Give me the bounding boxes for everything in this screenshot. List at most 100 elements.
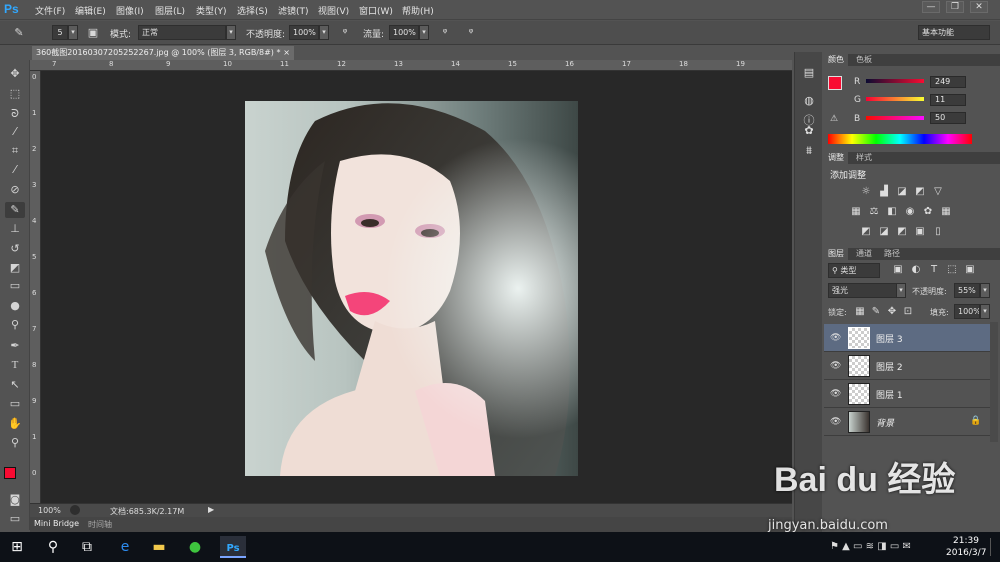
minimize-button[interactable]: — <box>922 1 940 13</box>
lock-position-icon[interactable]: ✥ <box>886 306 898 318</box>
flow-field[interactable]: 100% <box>389 25 419 40</box>
color-foreground-swatch[interactable] <box>828 76 842 90</box>
menu-view[interactable]: 视图(V) <box>318 4 349 17</box>
layer-opacity-dropdown[interactable]: ▾ <box>980 283 990 298</box>
color-lookup-icon[interactable]: ▦ <box>940 206 952 218</box>
blend-mode-select[interactable]: 强光 <box>828 283 906 298</box>
file-explorer-icon[interactable]: ▬ <box>148 536 170 558</box>
eyedropper-tool-icon[interactable]: ⁄ <box>5 162 25 178</box>
show-desktop-button[interactable] <box>990 538 996 556</box>
system-tray-icons[interactable]: ⚑ ▲ ▭ ≋ ◨ ▭ ✉ <box>830 541 911 552</box>
menu-layer[interactable]: 图层(L) <box>155 4 185 17</box>
tab-styles[interactable]: 样式 <box>852 152 876 164</box>
edge-browser-icon[interactable]: e <box>114 536 136 558</box>
gradient-map-icon[interactable]: ▯ <box>932 226 944 238</box>
history-brush-tool-icon[interactable]: ↺ <box>5 241 25 257</box>
opacity-dropdown[interactable]: ▾ <box>319 25 329 40</box>
menu-window[interactable]: 窗口(W) <box>359 4 393 17</box>
hand-tool-icon[interactable]: ✋ <box>5 416 25 432</box>
layer-row[interactable]: 👁 背景 🔒 <box>824 408 990 436</box>
clone-stamp-tool-icon[interactable]: ⊥ <box>5 221 25 237</box>
layer-filter-select[interactable]: ⚲ 类型 <box>828 263 880 278</box>
document-tab[interactable]: 360截图20160307205252267.jpg @ 100% (图层 3,… <box>32 46 294 60</box>
photo-filter-icon[interactable]: ◉ <box>904 206 916 218</box>
layer-row[interactable]: 👁 图层 1 <box>824 380 990 408</box>
hue-saturation-icon[interactable]: ▦ <box>850 206 862 218</box>
tab-layers[interactable]: 图层 <box>824 248 848 260</box>
crop-tool-icon[interactable]: ⌗ <box>5 143 25 159</box>
blur-tool-icon[interactable]: ● <box>5 298 25 314</box>
selective-color-icon[interactable]: ▣ <box>914 226 926 238</box>
opacity-field[interactable]: 100% <box>289 25 319 40</box>
brush-size-field[interactable]: 5 <box>52 25 68 40</box>
zoom-level[interactable]: 100% <box>38 506 61 515</box>
filter-pixel-icon[interactable]: ▣ <box>892 264 904 276</box>
curves-icon[interactable]: ◪ <box>896 186 908 198</box>
gradient-tool-icon[interactable]: ▭ <box>5 278 25 294</box>
layers-scrollbar[interactable] <box>990 322 998 442</box>
screen-mode-icon[interactable]: ▭ <box>5 511 25 527</box>
vibrance-icon[interactable]: ▽ <box>932 186 944 198</box>
pressure-opacity-icon[interactable]: ᵠ <box>336 25 354 41</box>
status-menu-icon[interactable] <box>70 505 80 515</box>
g-value[interactable]: 11 <box>930 94 966 106</box>
quick-mask-icon[interactable]: ◙ <box>5 492 25 508</box>
gamut-warning-icon[interactable]: ⚠ <box>830 114 838 124</box>
quick-select-tool-icon[interactable]: ⁄ <box>5 124 25 140</box>
search-icon[interactable]: ⚲ <box>42 536 64 558</box>
blend-mode-dropdown[interactable]: ▾ <box>896 283 906 298</box>
levels-icon[interactable]: ▟ <box>878 186 890 198</box>
menu-image[interactable]: 图像(I) <box>116 4 144 17</box>
invert-icon[interactable]: ◩ <box>860 226 872 238</box>
r-slider[interactable] <box>866 79 924 83</box>
zoom-tool-icon[interactable]: ⚲ <box>5 435 25 451</box>
photoshop-taskbar-icon[interactable]: Ps <box>220 536 246 558</box>
fill-dropdown[interactable]: ▾ <box>980 304 990 319</box>
start-button-icon[interactable]: ⊞ <box>6 536 28 558</box>
airbrush-icon[interactable]: ᵠ <box>436 25 454 41</box>
menu-filter[interactable]: 滤镜(T) <box>278 4 309 17</box>
lasso-tool-icon[interactable]: ᘐ <box>5 106 25 122</box>
tab-adjustments[interactable]: 调整 <box>824 152 848 164</box>
tab-paths[interactable]: 路径 <box>880 248 904 260</box>
layer-row[interactable]: 👁 图层 2 <box>824 352 990 380</box>
visibility-eye-icon[interactable]: 👁 <box>830 417 842 427</box>
pen-tool-icon[interactable]: ✒ <box>5 338 25 354</box>
color-balance-icon[interactable]: ⚖ <box>868 206 880 218</box>
adjustments-panel-icon[interactable]: ⩩ <box>800 142 818 160</box>
dodge-tool-icon[interactable]: ⚲ <box>5 317 25 333</box>
visibility-eye-icon[interactable]: 👁 <box>830 361 842 371</box>
marquee-tool-icon[interactable]: ⬚ <box>5 86 25 102</box>
visibility-eye-icon[interactable]: 👁 <box>830 389 842 399</box>
history-panel-icon[interactable]: ▤ <box>800 64 818 82</box>
tab-timeline[interactable]: 时间轴 <box>88 519 112 530</box>
layer-row[interactable]: 👁 图层 3 <box>824 324 990 352</box>
brightness-icon[interactable]: ☼ <box>860 186 872 198</box>
color-spectrum[interactable] <box>828 134 972 144</box>
visibility-eye-icon[interactable]: 👁 <box>830 333 842 343</box>
filter-adjustment-icon[interactable]: ◐ <box>910 264 922 276</box>
tab-mini-bridge[interactable]: Mini Bridge <box>34 519 79 528</box>
tab-color[interactable]: 颜色 <box>824 54 848 66</box>
brush-size-dropdown[interactable]: ▾ <box>68 25 78 40</box>
properties-panel-icon[interactable]: ◍ <box>800 92 818 110</box>
channel-mixer-icon[interactable]: ✿ <box>922 206 934 218</box>
lock-all-icon[interactable]: ⊡ <box>902 306 914 318</box>
close-document-icon[interactable]: × <box>283 46 290 60</box>
black-white-icon[interactable]: ◧ <box>886 206 898 218</box>
layer-opacity-field[interactable]: 55% <box>954 283 980 298</box>
menu-select[interactable]: 选择(S) <box>237 4 268 17</box>
pressure-size-icon[interactable]: ᵠ <box>462 25 480 41</box>
lock-pixels-icon[interactable]: ✎ <box>870 306 882 318</box>
fill-field[interactable]: 100% <box>954 304 980 319</box>
move-tool-icon[interactable]: ✥ <box>5 66 25 82</box>
menu-type[interactable]: 类型(Y) <box>196 4 227 17</box>
g-slider[interactable] <box>866 97 924 101</box>
exposure-icon[interactable]: ◩ <box>914 186 926 198</box>
b-slider[interactable] <box>866 116 924 120</box>
flow-dropdown[interactable]: ▾ <box>419 25 429 40</box>
brush-tool-preset-icon[interactable]: ✎ <box>10 25 28 41</box>
tab-channels[interactable]: 通道 <box>852 248 876 260</box>
menu-edit[interactable]: 编辑(E) <box>75 4 106 17</box>
document-image[interactable] <box>245 101 578 476</box>
